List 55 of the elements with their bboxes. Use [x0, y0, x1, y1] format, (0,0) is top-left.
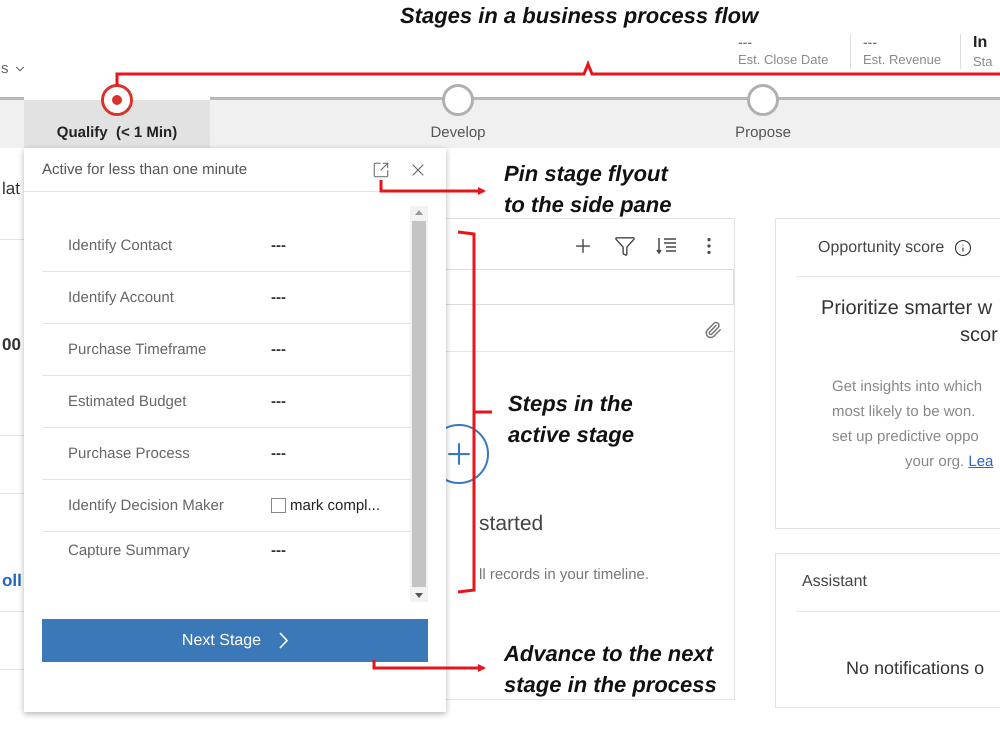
stage-tab[interactable]: Propose	[706, 84, 820, 148]
filter-icon[interactable]	[614, 235, 636, 257]
learn-link[interactable]: Lea	[968, 453, 994, 470]
step-value: ---	[271, 445, 286, 462]
scrollbar[interactable]	[410, 206, 428, 602]
nav-label[interactable]: s	[1, 60, 8, 77]
score-text: most likely to be won.	[832, 402, 976, 422]
chevron-right-icon	[279, 632, 288, 649]
field-label: Est. Revenue	[863, 52, 942, 67]
field-text: 00	[2, 335, 21, 355]
paperclip-icon[interactable]	[704, 321, 722, 339]
callout-text: stage in the process	[504, 671, 717, 699]
score-text: your org. Lea	[905, 452, 994, 472]
stage-tab[interactable]: Develop	[210, 84, 706, 148]
step-value: ---	[271, 341, 286, 358]
step-value: ---	[271, 237, 286, 254]
field-text: lat	[2, 179, 20, 199]
score-heading: scor	[960, 324, 998, 347]
score-text: set up predictive oppo	[832, 427, 979, 447]
field-value: ---	[738, 34, 752, 50]
step-value: ---	[271, 542, 286, 558]
checkbox-label: mark compl...	[290, 497, 380, 514]
stage-tab[interactable]: Qualify (< 1 Min)	[24, 84, 210, 148]
field-value: ---	[863, 34, 877, 50]
sort-icon[interactable]	[656, 235, 678, 257]
step-label: Capture Summary	[68, 540, 191, 560]
score-heading: Prioritize smarter w	[821, 297, 994, 320]
callout-text: Advance to the next	[504, 640, 714, 668]
step-value: ---	[271, 289, 286, 306]
field-label: Est. Close Date	[738, 52, 828, 67]
callout-text: Stages in a business process flow	[400, 2, 758, 30]
empty-title: started	[479, 512, 544, 536]
card-title: Assistant	[802, 573, 867, 592]
field-value: In	[973, 34, 988, 52]
field-link[interactable]: oll	[2, 571, 22, 591]
card-title: Opportunity score	[818, 238, 944, 256]
empty-text: ll records in your timeline.	[479, 566, 650, 583]
field-label: Sta	[973, 54, 993, 69]
checkbox[interactable]	[271, 498, 286, 513]
next-stage-button[interactable]: Next Stage	[42, 619, 428, 662]
score-text: Get insights into which	[832, 377, 982, 397]
callout-text: to the side pane	[504, 191, 672, 219]
step-label: Identify Contact	[68, 236, 174, 256]
step-label: Purchase Timeframe	[68, 340, 208, 360]
callout-text: Steps in the	[508, 390, 633, 418]
assistant-message: No notifications o	[846, 658, 984, 679]
step-value: ---	[271, 393, 286, 410]
step-label: Estimated Budget	[68, 392, 188, 412]
step-label: Identify Decision Maker	[68, 496, 225, 516]
info-icon[interactable]	[954, 238, 972, 256]
callout-text: Pin stage flyout	[504, 160, 668, 188]
step-label: Purchase Process	[68, 444, 191, 464]
step-label: Identify Account	[68, 288, 175, 308]
callout-text: active stage	[508, 421, 634, 449]
flyout-title: Active for less than one minute	[42, 161, 248, 178]
